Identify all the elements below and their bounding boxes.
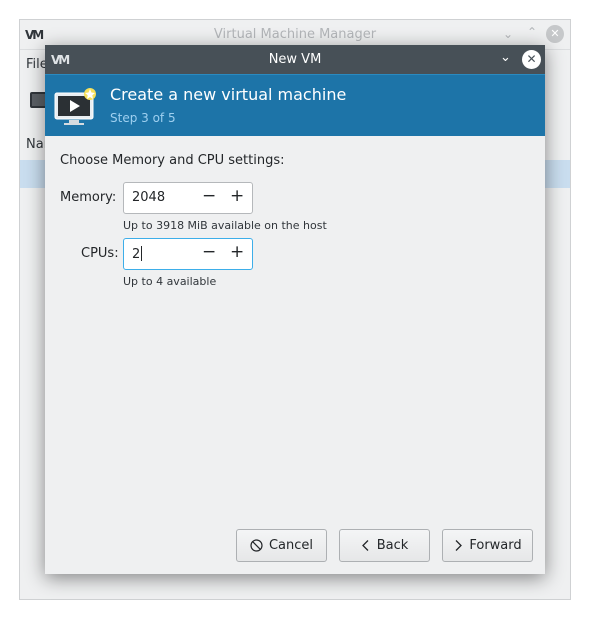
memory-spinbox[interactable]: 2048 − + bbox=[123, 182, 253, 214]
forward-button[interactable]: Forward bbox=[442, 529, 533, 562]
cpus-label: CPUs: bbox=[81, 246, 119, 261]
memory-hint: Up to 3918 MiB available on the host bbox=[123, 219, 327, 232]
cancel-button[interactable]: Cancel bbox=[236, 529, 327, 562]
vm-monitor-icon bbox=[54, 88, 96, 125]
memory-input[interactable]: 2048 bbox=[132, 190, 165, 205]
text-caret bbox=[141, 246, 143, 261]
main-window-title: Virtual Machine Manager bbox=[213, 27, 377, 42]
memory-label: Memory: bbox=[60, 190, 117, 205]
chevron-right-icon bbox=[455, 540, 463, 551]
maximize-chevron-icon[interactable]: ⌃ bbox=[527, 25, 537, 39]
dialog-title: New VM bbox=[268, 52, 322, 67]
cpus-input-wrapper[interactable]: 2 bbox=[132, 246, 143, 262]
back-button[interactable]: Back bbox=[339, 529, 430, 562]
dialog-close-icon[interactable]: ✕ bbox=[522, 50, 541, 69]
wizard-banner: Create a new virtual machine Step 3 of 5 bbox=[45, 74, 545, 136]
forward-button-label: Forward bbox=[469, 538, 522, 553]
cpus-increment-icon[interactable]: + bbox=[230, 242, 244, 262]
minimize-chevron-icon[interactable]: ⌄ bbox=[503, 27, 513, 41]
cpus-spinbox[interactable]: 2 − + bbox=[123, 238, 253, 270]
back-button-label: Back bbox=[376, 538, 409, 553]
wizard-title: Create a new virtual machine bbox=[110, 85, 347, 104]
dialog-minimize-chevron-icon[interactable]: ⌄ bbox=[500, 50, 511, 65]
wizard-step-indicator: Step 3 of 5 bbox=[110, 111, 176, 125]
new-vm-dialog: VM New VM ⌄ ✕ Create a new virtual machi… bbox=[45, 45, 545, 574]
cpus-decrement-icon[interactable]: − bbox=[202, 242, 216, 262]
cpus-input[interactable]: 2 bbox=[132, 247, 140, 262]
main-window-close-icon[interactable]: ✕ bbox=[546, 25, 564, 43]
cancel-button-label: Cancel bbox=[268, 538, 314, 553]
dialog-titlebar[interactable]: VM New VM ⌄ ✕ bbox=[45, 45, 545, 74]
cpus-hint: Up to 4 available bbox=[123, 275, 217, 288]
cancel-icon bbox=[250, 539, 263, 552]
section-heading: Choose Memory and CPU settings: bbox=[60, 153, 285, 168]
chevron-left-icon bbox=[361, 540, 369, 551]
memory-decrement-icon[interactable]: − bbox=[202, 186, 216, 206]
memory-increment-icon[interactable]: + bbox=[230, 186, 244, 206]
